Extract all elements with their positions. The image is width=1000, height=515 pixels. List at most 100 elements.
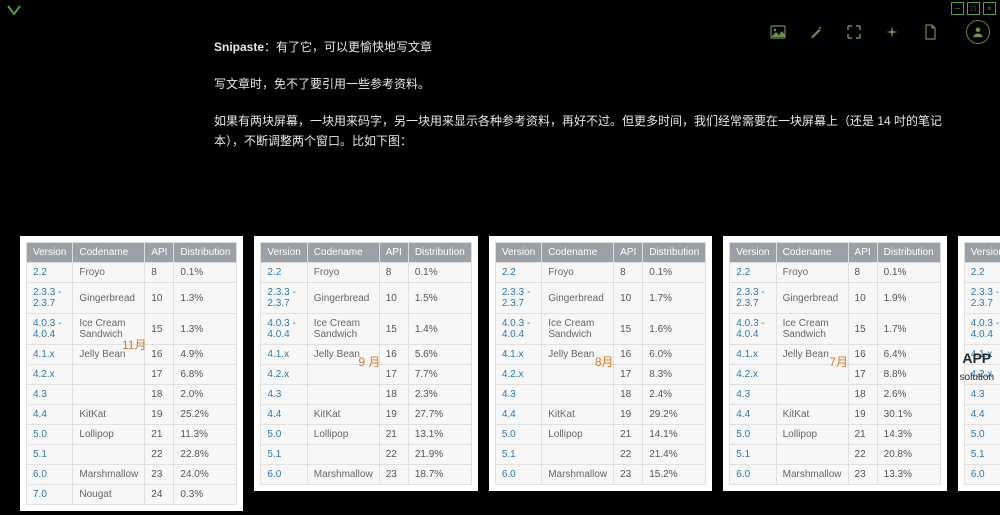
cell-distribution: 18.7%	[408, 465, 471, 485]
article-body: Snipaste：有了它，可以更愉快地写文章 写文章时，免不了要引用一些参考资料…	[214, 38, 944, 169]
cell-version: 4.4	[964, 405, 1000, 425]
distribution-table: VersionCodenameAPIDistribution2.2Froyo80…	[260, 242, 471, 485]
table-row: 4.4KitKat1927.7%	[261, 405, 471, 425]
table-header: Version	[27, 243, 73, 263]
table-row: 5.0Lollipop2114.1%	[495, 425, 705, 445]
cell-version: 4.1.x	[261, 345, 307, 365]
table-row: 5.12221.9%	[261, 445, 471, 465]
table-row: 4.0.3 - 4.0.4Ice Cream Sandwich151.9%	[964, 314, 1000, 345]
cell-codename: Lollipop	[307, 425, 379, 445]
cell-version: 5.1	[27, 445, 73, 465]
cell-codename	[73, 445, 145, 465]
cell-codename	[776, 365, 848, 385]
table-row: 4.0.3 - 4.0.4Ice Cream Sandwich151.4%	[261, 314, 471, 345]
table-row: 4.0.3 - 4.0.4Ice Cream Sandwich151.3%	[27, 314, 237, 345]
cell-distribution: 11.3%	[174, 425, 237, 445]
cell-distribution: 30.1%	[877, 405, 940, 425]
cell-version: 4.1.x	[964, 345, 1000, 365]
cell-version: 5.0	[261, 425, 307, 445]
cell-api: 10	[614, 283, 643, 314]
cell-api: 21	[379, 425, 408, 445]
distribution-table-card: VersionCodenameAPIDistribution2.2Froyo80…	[958, 236, 1000, 491]
cell-version: 4.2.x	[964, 365, 1000, 385]
cell-distribution: 4.9%	[174, 345, 237, 365]
table-row: 2.2Froyo80.1%	[261, 263, 471, 283]
user-avatar[interactable]	[966, 20, 990, 44]
table-row: 4.4KitKat1930.1%	[730, 405, 940, 425]
table-row: 5.12220.8%	[730, 445, 940, 465]
table-row: 2.2Froyo80.1%	[27, 263, 237, 283]
cell-version: 2.3.3 - 2.3.7	[261, 283, 307, 314]
cell-codename	[73, 385, 145, 405]
cell-version: 6.0	[495, 465, 541, 485]
table-row: 4.2.x176.8%	[27, 365, 237, 385]
cell-api: 21	[848, 425, 877, 445]
cell-distribution: 14.1%	[643, 425, 706, 445]
article-line-3: 如果有两块屏幕，一块用来码字，另一块用来显示各种参考资料，再好不过。但更多时间，…	[214, 112, 944, 150]
table-header: Version	[730, 243, 776, 263]
cell-version: 4.4	[495, 405, 541, 425]
cell-distribution: 1.7%	[877, 314, 940, 345]
cell-version: 2.2	[964, 263, 1000, 283]
cell-codename: Lollipop	[73, 425, 145, 445]
cell-codename	[307, 445, 379, 465]
close-button[interactable]: ×	[983, 2, 996, 15]
cell-version: 7.0	[27, 485, 73, 505]
article-line-1: Snipaste：有了它，可以更愉快地写文章	[214, 38, 944, 57]
cell-api: 21	[614, 425, 643, 445]
table-header: Codename	[776, 243, 848, 263]
cell-api: 10	[145, 283, 174, 314]
table-row: 5.0Lollipop2115.4%	[964, 425, 1000, 445]
table-row: 5.0Lollipop2113.1%	[261, 425, 471, 445]
table-header: API	[614, 243, 643, 263]
article-line-2: 写文章时，免不了要引用一些参考资料。	[214, 75, 944, 94]
cell-codename: Ice Cream Sandwich	[307, 314, 379, 345]
table-row: 7.0Nougat240.3%	[27, 485, 237, 505]
cell-api: 18	[614, 385, 643, 405]
cell-api: 16	[614, 345, 643, 365]
table-row: 4.3182.6%	[730, 385, 940, 405]
table-row: 4.2.x177.7%	[261, 365, 471, 385]
cell-version: 4.0.3 - 4.0.4	[730, 314, 776, 345]
table-row: 2.2Froyo80.1%	[495, 263, 705, 283]
cell-version: 5.1	[730, 445, 776, 465]
cell-distribution: 1.9%	[877, 283, 940, 314]
cell-distribution: 1.5%	[408, 283, 471, 314]
cell-codename: Jelly Bean	[776, 345, 848, 365]
table-row: 5.12221.4%	[495, 445, 705, 465]
cell-api: 10	[848, 283, 877, 314]
cell-codename: Marshmallow	[776, 465, 848, 485]
distribution-table: VersionCodenameAPIDistribution2.2Froyo80…	[495, 242, 706, 485]
maximize-button[interactable]: □	[967, 2, 980, 15]
table-row: 5.12222.8%	[27, 445, 237, 465]
table-row: 6.0Marshmallow2318.7%	[261, 465, 471, 485]
cell-distribution: 6.4%	[877, 345, 940, 365]
table-header: API	[379, 243, 408, 263]
cell-api: 19	[145, 405, 174, 425]
cell-codename: Froyo	[776, 263, 848, 283]
cell-version: 4.2.x	[261, 365, 307, 385]
distribution-table: VersionCodenameAPIDistribution2.2Froyo80…	[26, 242, 237, 505]
table-row: 4.3182.7%	[964, 385, 1000, 405]
table-row: 2.2Froyo80.1%	[730, 263, 940, 283]
table-row: 6.0Marshmallow2313.3%	[730, 465, 940, 485]
cell-api: 18	[145, 385, 174, 405]
cell-distribution: 2.3%	[408, 385, 471, 405]
cell-distribution: 0.3%	[174, 485, 237, 505]
table-row: 2.3.3 - 2.3.7Gingerbread101.7%	[495, 283, 705, 314]
cell-distribution: 1.7%	[643, 283, 706, 314]
table-header: Version	[495, 243, 541, 263]
table-row: 2.3.3 - 2.3.7Gingerbread102.0%	[964, 283, 1000, 314]
table-row: 4.0.3 - 4.0.4Ice Cream Sandwich151.7%	[730, 314, 940, 345]
cell-version: 4.1.x	[730, 345, 776, 365]
cell-codename	[307, 385, 379, 405]
cell-version: 2.3.3 - 2.3.7	[27, 283, 73, 314]
distribution-table-card: VersionCodenameAPIDistribution2.2Froyo80…	[254, 236, 477, 491]
cell-api: 10	[379, 283, 408, 314]
cell-api: 22	[379, 445, 408, 465]
cell-distribution: 5.6%	[408, 345, 471, 365]
minimize-button[interactable]: ─	[951, 2, 964, 15]
cell-version: 5.0	[730, 425, 776, 445]
cell-version: 4.2.x	[495, 365, 541, 385]
cell-codename: Marshmallow	[73, 465, 145, 485]
